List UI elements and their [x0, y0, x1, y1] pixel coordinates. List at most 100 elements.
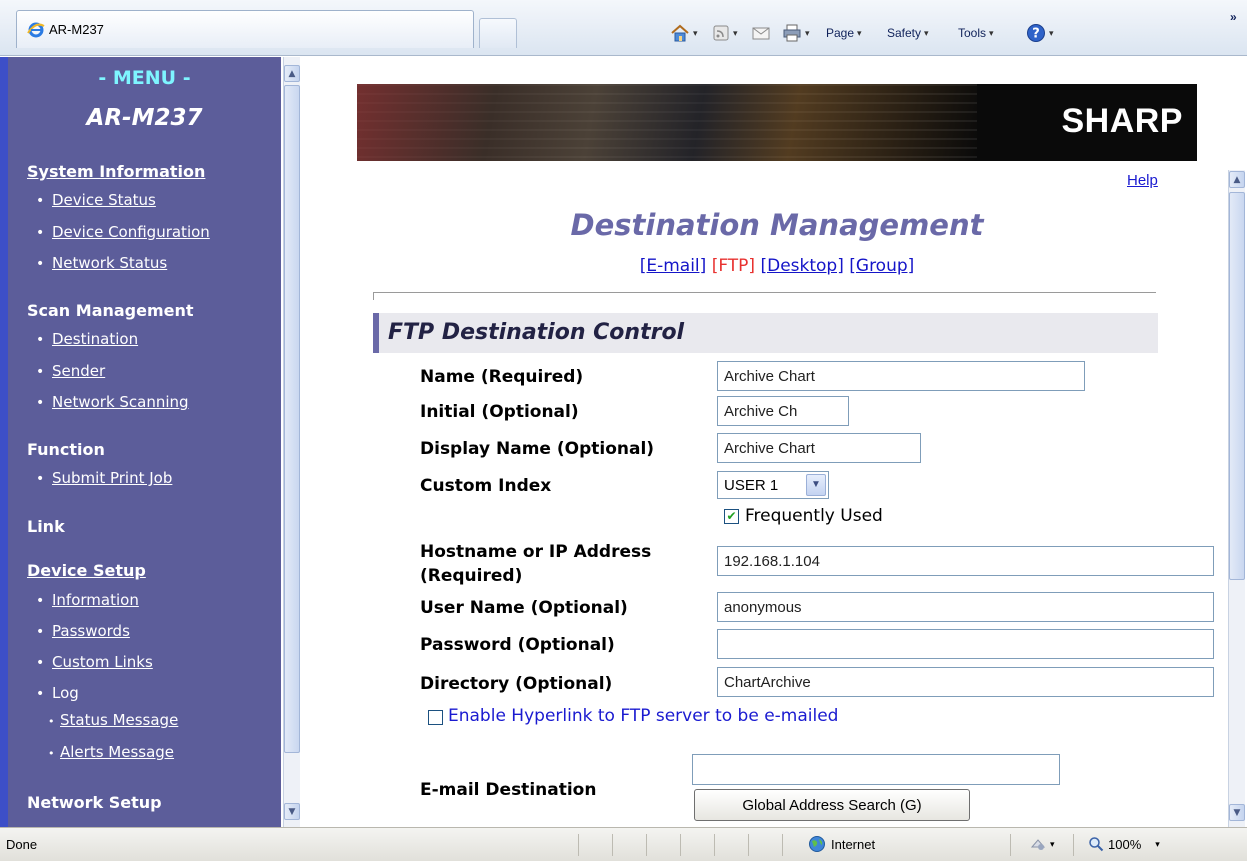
menu-item-label: Status Message — [60, 711, 179, 729]
hostname-label: Hostname or IP Address — [420, 542, 652, 562]
menu-item-label: Information — [52, 591, 139, 609]
menu-item-custom-links[interactable]: • Custom Links — [36, 653, 153, 671]
password-field[interactable] — [717, 629, 1214, 659]
menu-scrollbar[interactable]: ▲ ▼ — [283, 57, 300, 827]
initial-field[interactable]: Archive Ch — [717, 396, 849, 426]
page-title: Destination Management — [570, 208, 984, 242]
feeds-dropdown-icon[interactable]: ▾ — [733, 28, 738, 39]
feeds-button[interactable]: ▾ — [712, 22, 738, 44]
print-dropdown-icon[interactable]: ▾ — [805, 28, 810, 39]
menu-heading-network-setup[interactable]: Network Setup — [27, 793, 162, 812]
toolbar-overflow-button[interactable]: » — [1230, 6, 1237, 28]
menu-item-submit-print-job[interactable]: • Submit Print Job — [36, 469, 172, 487]
menu-model: AR-M237 — [86, 105, 203, 131]
tools-menu-label: Tools — [958, 26, 987, 40]
help-link[interactable]: Help — [1127, 172, 1158, 189]
menu-item-label: Sender — [52, 362, 106, 380]
security-zone[interactable]: Internet — [808, 835, 875, 853]
section-title: FTP Destination Control — [388, 320, 685, 345]
protected-mode-dropdown-icon: ▾ — [1050, 838, 1055, 849]
hostname-field[interactable]: 192.168.1.104 — [717, 546, 1214, 576]
menu-item-network-status[interactable]: • Network Status — [36, 254, 167, 272]
tab-desktop[interactable]: [Desktop] — [760, 256, 843, 276]
zoom-control[interactable]: 100% ▾ — [1088, 836, 1160, 852]
bullet-icon: • — [36, 256, 45, 272]
menu-item-device-configuration[interactable]: • Device Configuration — [36, 223, 210, 241]
menu-item-information[interactable]: • Information — [36, 591, 139, 609]
display-name-field[interactable]: Archive Chart — [717, 433, 921, 463]
zoom-icon — [1089, 837, 1104, 852]
menu-item-label: Passwords — [52, 622, 130, 640]
user-name-field[interactable]: anonymous — [717, 592, 1214, 622]
menu-scrollbar-thumb[interactable] — [284, 85, 300, 753]
read-mail-button[interactable] — [752, 22, 770, 44]
new-tab-button[interactable] — [479, 18, 517, 48]
menu-heading-scan-management: Scan Management — [27, 301, 194, 320]
help-menu[interactable]: ? ▾ — [1026, 22, 1054, 44]
divider — [373, 292, 1156, 293]
menu-heading-link: Link — [27, 517, 65, 536]
help-icon: ? — [1027, 24, 1045, 42]
sharp-banner: SHARP — [357, 84, 1197, 161]
bullet-icon: • — [36, 332, 45, 348]
custom-index-label: Custom Index — [420, 476, 552, 496]
user-name-label: User Name (Optional) — [420, 598, 628, 618]
bullet-icon: • — [48, 715, 55, 728]
browser-tab[interactable]: AR-M237 — [16, 10, 474, 48]
menu-item-passwords[interactable]: • Passwords — [36, 622, 130, 640]
browser-tab-title: AR-M237 — [49, 22, 104, 37]
main-scrollbar-thumb[interactable] — [1229, 192, 1245, 580]
main-scrollbar[interactable]: ▲ ▼ — [1228, 170, 1245, 827]
menu-item-label: Device Status — [52, 191, 156, 209]
home-dropdown-icon[interactable]: ▾ — [693, 28, 698, 39]
menu-item-device-status[interactable]: • Device Status — [36, 191, 156, 209]
frequently-used-checkbox[interactable]: ✔ — [724, 509, 739, 524]
menu-title: - MENU - — [98, 67, 191, 89]
directory-field[interactable]: ChartArchive — [717, 667, 1214, 697]
tools-menu[interactable]: Tools ▾ — [958, 22, 994, 44]
status-divider — [1010, 834, 1011, 856]
bullet-icon: • — [36, 471, 45, 487]
status-divider — [748, 834, 749, 856]
scroll-down-arrow-icon[interactable]: ▼ — [284, 803, 300, 820]
scroll-up-arrow-icon[interactable]: ▲ — [284, 65, 300, 82]
menu-item-log: • Log — [36, 684, 79, 702]
menu-item-status-message[interactable]: • Status Message — [48, 711, 178, 729]
custom-index-select[interactable]: USER 1 ▼ — [717, 471, 829, 499]
tab-ftp-current: [FTP] — [711, 256, 756, 276]
status-divider — [646, 834, 647, 856]
global-address-search-button[interactable]: Global Address Search (G) — [694, 789, 970, 821]
email-destination-field[interactable] — [692, 754, 1060, 785]
svg-text:?: ? — [1032, 27, 1040, 42]
chevron-down-icon[interactable]: ▼ — [806, 474, 826, 496]
scroll-up-arrow-icon[interactable]: ▲ — [1229, 171, 1245, 188]
security-zone-label: Internet — [831, 836, 876, 852]
page-menu[interactable]: Page ▾ — [826, 22, 862, 44]
bullet-icon: • — [36, 225, 45, 241]
status-divider — [714, 834, 715, 856]
menu-heading-device-setup[interactable]: Device Setup — [27, 561, 146, 580]
status-bar: Done Internet ▾ 100% ▾ — [0, 827, 1247, 861]
home-icon — [671, 24, 689, 42]
scroll-down-arrow-icon[interactable]: ▼ — [1229, 804, 1245, 821]
protected-mode-button[interactable]: ▾ — [1030, 836, 1055, 852]
tab-email[interactable]: [E-mail] — [640, 256, 707, 276]
menu-item-alerts-message[interactable]: • Alerts Message — [48, 743, 174, 761]
hostname-label-required: (Required) — [420, 566, 523, 586]
menu-item-label: Destination — [52, 330, 139, 348]
status-divider — [1073, 834, 1074, 856]
enable-hyperlink-checkbox[interactable] — [428, 710, 443, 725]
tab-group[interactable]: [Group] — [849, 256, 914, 276]
status-divider — [680, 834, 681, 856]
menu-item-network-scanning[interactable]: • Network Scanning — [36, 393, 189, 411]
home-button[interactable]: ▾ — [670, 22, 698, 44]
overflow-chevron-icon: » — [1230, 10, 1237, 24]
menu-item-sender[interactable]: • Sender — [36, 362, 105, 380]
menu-heading-system-information[interactable]: System Information — [27, 162, 205, 181]
name-field[interactable]: Archive Chart — [717, 361, 1085, 391]
password-label: Password (Optional) — [420, 635, 615, 655]
print-button[interactable]: ▾ — [782, 22, 810, 44]
safety-menu[interactable]: Safety ▾ — [887, 22, 929, 44]
menu-item-label: Custom Links — [52, 653, 153, 671]
menu-item-destination[interactable]: • Destination — [36, 330, 138, 348]
